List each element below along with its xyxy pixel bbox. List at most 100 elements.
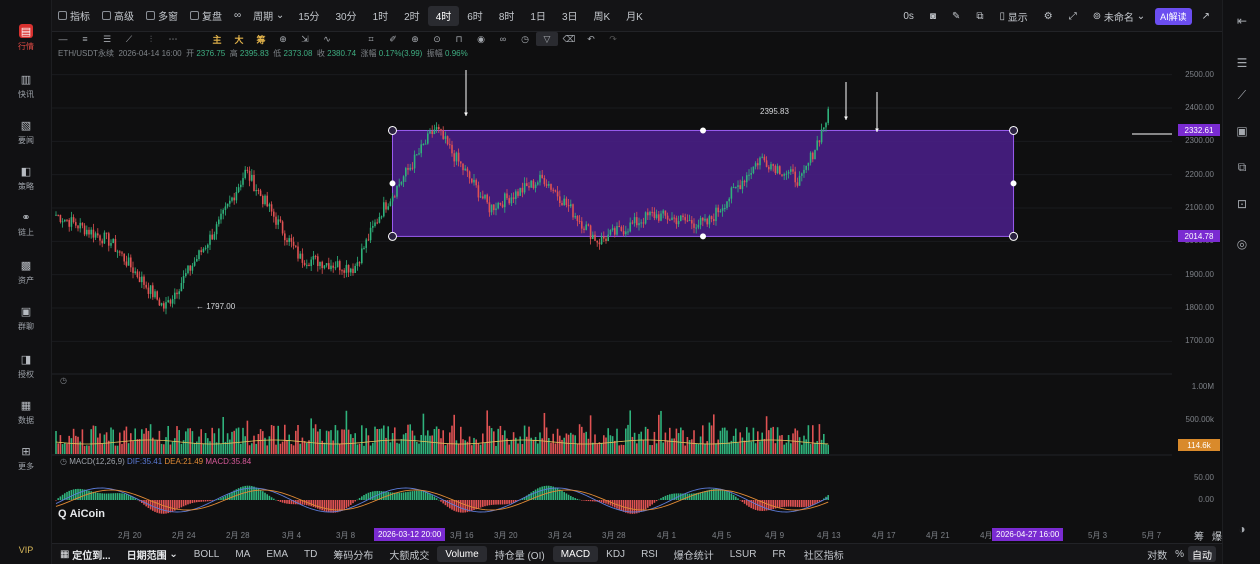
- indicator-tab[interactable]: 持仓量 (OI): [487, 546, 553, 562]
- indicator-tab[interactable]: 筹码分布: [325, 546, 381, 562]
- indicator-tab[interactable]: MA: [227, 546, 258, 562]
- sidebar-item-3[interactable]: ◧ 策略: [0, 158, 52, 198]
- clock-icon[interactable]: ◷: [514, 32, 536, 46]
- range-box-handle[interactable]: [389, 180, 396, 187]
- scale-option[interactable]: 对数: [1143, 546, 1171, 562]
- edit-icon[interactable]: ✎: [946, 6, 966, 26]
- range-box-handle[interactable]: [700, 127, 707, 134]
- fullscreen-icon[interactable]: ⤢: [1063, 6, 1083, 26]
- sidebar-item-9[interactable]: ⊞ 更多: [0, 438, 52, 478]
- range-box-handle[interactable]: [1010, 180, 1017, 187]
- locate-button[interactable]: ▦ 定位到...: [52, 546, 119, 562]
- interval-tab[interactable]: 1日: [522, 6, 554, 26]
- zero-button[interactable]: 0s: [897, 6, 920, 26]
- interval-tab[interactable]: 1时: [365, 6, 397, 26]
- vip-badge[interactable]: VIP: [0, 545, 52, 555]
- channel-tool-icon[interactable]: ☰: [96, 32, 118, 46]
- layers-icon[interactable]: ⧉: [1233, 158, 1251, 176]
- magnet-icon[interactable]: ⊕: [272, 32, 294, 46]
- camera-icon[interactable]: ◙: [924, 6, 942, 26]
- globe-icon[interactable]: ◎: [1233, 235, 1251, 253]
- ray-tool-icon[interactable]: ⟋: [118, 32, 140, 46]
- redo-icon[interactable]: ↷: [602, 32, 624, 46]
- range-box-handle[interactable]: [700, 233, 707, 240]
- sidebar-item-8[interactable]: ▦ 数据: [0, 392, 52, 432]
- sidebar-item-7[interactable]: ◨ 授权: [0, 346, 52, 386]
- interval-tab[interactable]: 4时: [427, 5, 460, 26]
- scale-option[interactable]: 自动: [1188, 546, 1216, 562]
- sidebar-item-2[interactable]: ▧ 要闻: [0, 112, 52, 152]
- crop-icon[interactable]: ⌗: [360, 32, 382, 46]
- interval-tab[interactable]: 8时: [491, 6, 523, 26]
- interval-tab[interactable]: 6时: [459, 6, 491, 26]
- interval-tab[interactable]: 3日: [554, 6, 586, 26]
- indicator-tab[interactable]: BOLL: [186, 546, 228, 562]
- robot-icon[interactable]: ⊡: [1233, 195, 1251, 213]
- period-dropdown[interactable]: 周期 ⌄: [247, 6, 290, 26]
- interval-tab[interactable]: 2时: [396, 6, 428, 26]
- advanced-button[interactable]: 高级: [96, 6, 140, 26]
- volume-toggle-icon[interactable]: ◷: [60, 376, 67, 385]
- interval-tab[interactable]: 15分: [290, 6, 327, 26]
- main-indicator-button[interactable]: 主: [206, 32, 228, 46]
- indicator-tab[interactable]: RSI: [633, 546, 666, 562]
- range-box-handle[interactable]: [387, 231, 397, 241]
- undo-icon[interactable]: ↶: [580, 32, 602, 46]
- interval-tab[interactable]: 月K: [618, 6, 651, 26]
- indicator-tab[interactable]: FR: [764, 546, 793, 562]
- gear-icon[interactable]: ⚙: [1038, 6, 1059, 26]
- indicator-tab[interactable]: MACD: [552, 546, 599, 562]
- sidebar-item-5[interactable]: ▩ 资产: [0, 252, 52, 292]
- collapse-icon[interactable]: ⇤: [1233, 12, 1251, 30]
- indicator-tab[interactable]: 爆仓统计: [666, 546, 722, 562]
- sidebar-item-6[interactable]: ▣ 群聊: [0, 298, 52, 338]
- headset-icon[interactable]: ◑: [1233, 520, 1251, 538]
- zoom-in-icon[interactable]: ⊕: [404, 32, 426, 46]
- indicator-tab[interactable]: KDJ: [598, 546, 633, 562]
- list-icon[interactable]: ☰: [1233, 54, 1251, 72]
- sidebar-item-1[interactable]: ▥ 快讯: [0, 66, 52, 106]
- layout-icon[interactable]: ⧉: [970, 6, 989, 26]
- fib-tool-icon[interactable]: ⫶: [140, 32, 162, 46]
- sidebar-item-0[interactable]: ▤ 行情: [0, 18, 52, 58]
- hline-tool-icon[interactable]: ≡: [74, 32, 96, 46]
- indicator-tab[interactable]: EMA: [258, 546, 296, 562]
- more-tools-icon[interactable]: ⋯: [162, 32, 184, 46]
- axis-tool[interactable]: 爆: [1212, 528, 1222, 543]
- time-axis[interactable]: 2月 20 2月 24 2月 28 3月 4 3月 8 3月 16 3月 20 3月 24 3月…: [52, 528, 1222, 543]
- indicator-tab[interactable]: Volume: [437, 546, 487, 562]
- trash-icon[interactable]: ⌫: [558, 32, 580, 46]
- date-range-button[interactable]: 日期范围 ⌄: [119, 546, 186, 562]
- interval-tab[interactable]: 周K: [586, 6, 619, 26]
- monitor-icon[interactable]: ▣: [1233, 122, 1251, 140]
- range-box-handle[interactable]: [1009, 231, 1019, 241]
- share-icon[interactable]: ↗: [1196, 6, 1216, 26]
- eye-icon[interactable]: ◉: [470, 32, 492, 46]
- link-icon[interactable]: ∞: [492, 32, 514, 46]
- indicator-tab[interactable]: TD: [296, 546, 325, 562]
- measure-icon[interactable]: ⇲: [294, 32, 316, 46]
- display-button[interactable]: ▯ 显示: [993, 6, 1033, 26]
- multi-window-button[interactable]: 多窗: [140, 6, 184, 26]
- sidebar-item-4[interactable]: ⚭ 链上: [0, 204, 52, 244]
- pencil-icon[interactable]: ✐: [382, 32, 404, 46]
- scale-option[interactable]: %: [1171, 546, 1188, 562]
- line-tool-icon[interactable]: —: [52, 32, 74, 46]
- filter-icon[interactable]: ▽: [536, 32, 558, 46]
- indicator-wave-icon[interactable]: ∿: [316, 32, 338, 46]
- range-box-handle[interactable]: [387, 125, 397, 135]
- ai-interpret-button[interactable]: AI解读: [1155, 7, 1192, 25]
- template-button[interactable]: ⊚ 未命名 ⌄: [1087, 6, 1151, 26]
- big-order-button[interactable]: 大: [228, 32, 250, 46]
- chip-button[interactable]: 筹: [250, 32, 272, 46]
- replay-button[interactable]: 复盘: [184, 6, 228, 26]
- range-box-handle[interactable]: [1009, 125, 1019, 135]
- lock-icon[interactable]: ⊓: [448, 32, 470, 46]
- indicator-tab[interactable]: 大额成交: [381, 546, 437, 562]
- trend-icon[interactable]: ⟋: [1233, 86, 1251, 104]
- node-icon[interactable]: ⊙: [426, 32, 448, 46]
- interval-tab[interactable]: 30分: [327, 6, 364, 26]
- macd-toggle-icon[interactable]: ◷: [60, 457, 67, 466]
- axis-tool[interactable]: 筹: [1194, 528, 1204, 543]
- price-axis[interactable]: 2500.002400.002300.002200.002100.002000.…: [1172, 58, 1222, 528]
